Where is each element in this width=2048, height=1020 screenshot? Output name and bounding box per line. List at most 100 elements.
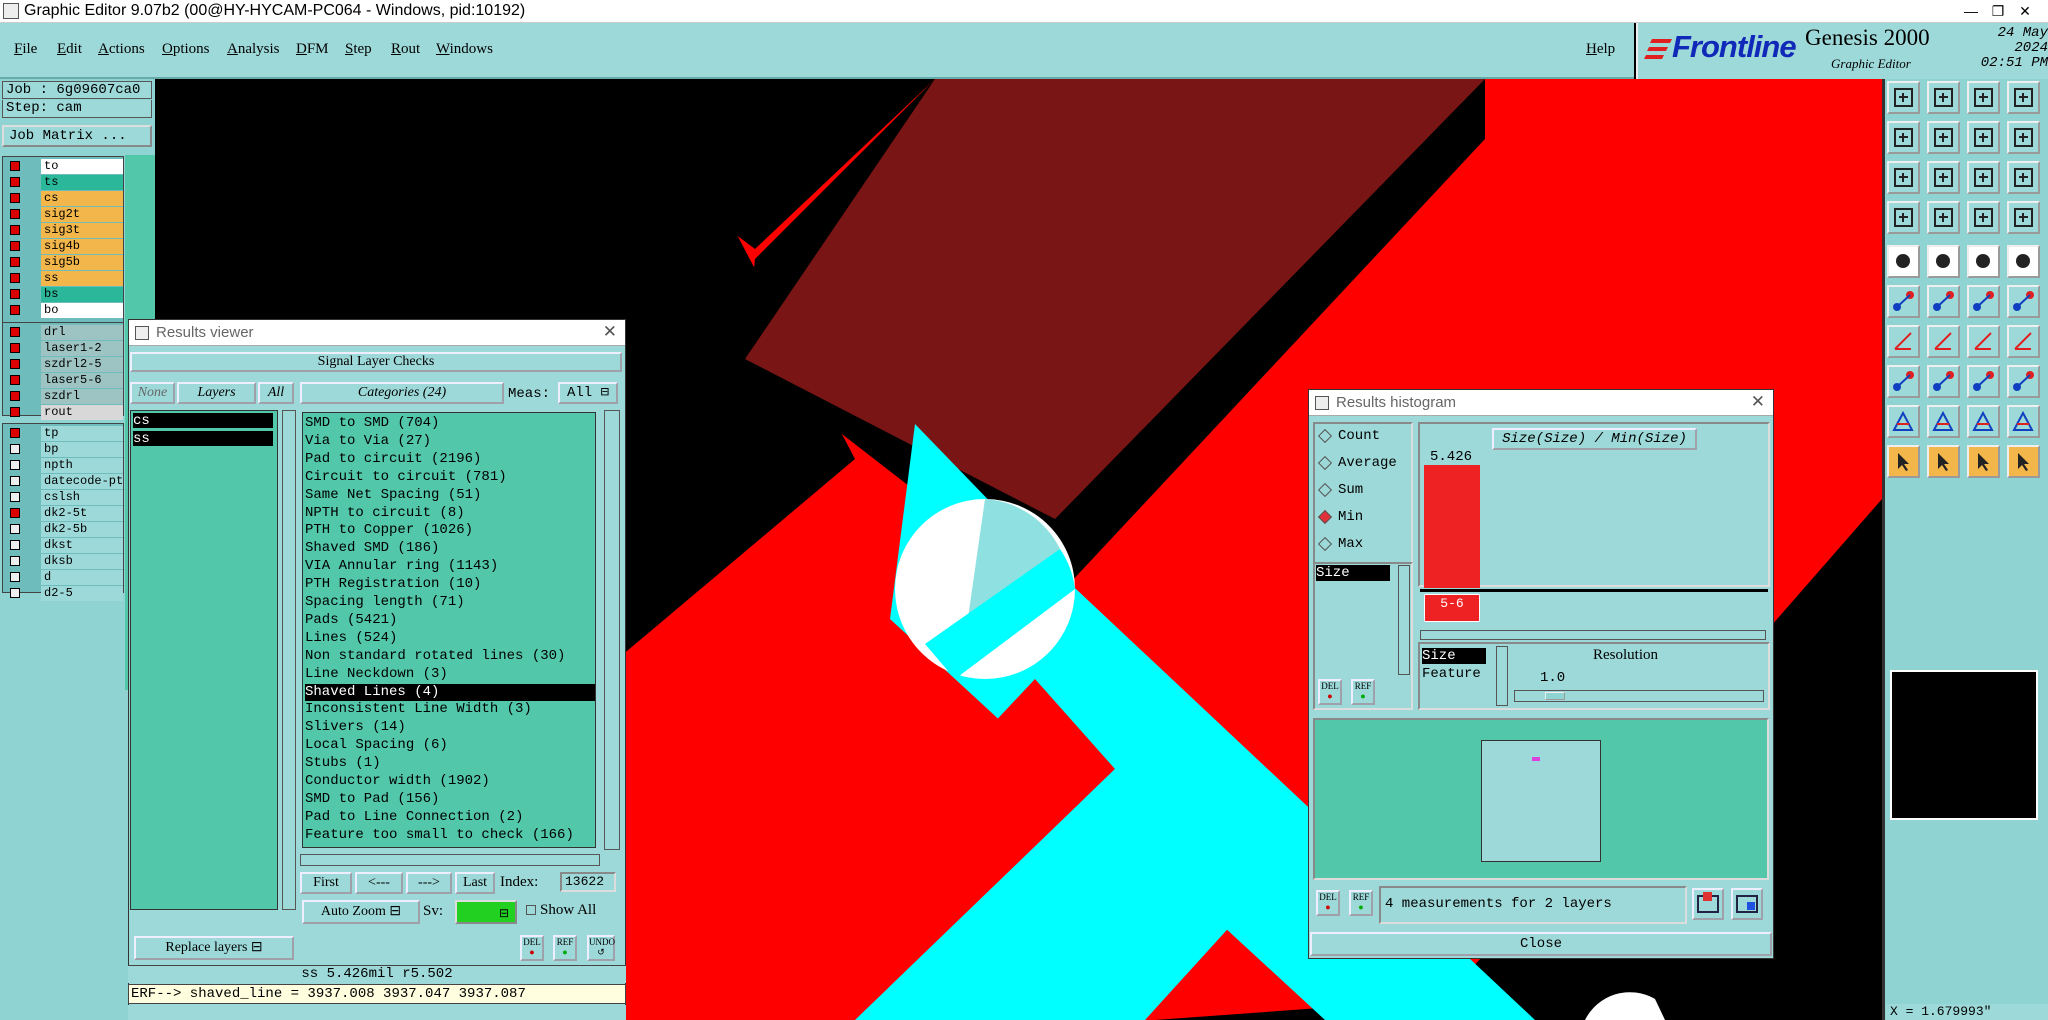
layers-button[interactable]: Layers — [177, 382, 256, 404]
close-window-button[interactable]: ✕ — [2002, 0, 2048, 22]
mode-radio[interactable]: Average — [1316, 454, 1412, 474]
radio-indicator-icon[interactable] — [1317, 536, 1333, 552]
tool-button[interactable] — [1887, 365, 1920, 398]
layer-row[interactable]: bs — [3, 287, 123, 302]
tool-button[interactable] — [2007, 445, 2040, 478]
tool-button[interactable] — [1887, 245, 1920, 278]
layer-row[interactable]: cs — [3, 191, 123, 206]
undo-button[interactable]: UNDO ↺ — [587, 935, 615, 961]
ref-button[interactable]: REF ● — [553, 935, 577, 961]
tool-button[interactable] — [2007, 161, 2040, 194]
layers-list[interactable]: cs ss — [130, 410, 278, 910]
category-item[interactable]: Pads (5421) — [305, 612, 397, 629]
layer-row[interactable]: d2-5 — [3, 586, 123, 601]
layer-name[interactable]: datecode-pt — [41, 474, 123, 489]
layer-name[interactable]: szdrl2-5 — [41, 357, 123, 372]
last-button[interactable]: Last — [455, 872, 495, 894]
list-item[interactable]: ss — [133, 431, 273, 447]
meas-dropdown[interactable]: All ⊟ — [558, 382, 618, 404]
layer-row[interactable]: sig4b — [3, 239, 123, 254]
menu-dfm[interactable]: DFM — [296, 41, 329, 58]
layer-row[interactable]: sig5b — [3, 255, 123, 270]
bar-range-label[interactable]: 5-6 — [1424, 594, 1480, 622]
tool-button[interactable] — [2007, 285, 2040, 318]
menu-actions[interactable]: Actions — [98, 41, 145, 58]
menu-rout[interactable]: Rout — [391, 41, 420, 58]
layer-row[interactable]: cslsh — [3, 490, 123, 505]
category-item[interactable]: Stubs (1) — [305, 755, 381, 772]
tool-button[interactable] — [1887, 161, 1920, 194]
layer-name[interactable]: d2-5 — [41, 586, 123, 601]
job-matrix-button[interactable]: Job Matrix ... — [2, 125, 152, 147]
results-viewer-titlebar[interactable]: Results viewer ✕ — [129, 320, 625, 346]
layer-row[interactable]: laser1-2 — [3, 341, 123, 356]
tool-button[interactable] — [1887, 81, 1920, 114]
tool-button[interactable] — [2007, 325, 2040, 358]
layer-checkbox[interactable] — [10, 359, 20, 369]
none-button[interactable]: None — [130, 382, 175, 404]
tool-button[interactable] — [2007, 245, 2040, 278]
categories-scrollbar[interactable] — [604, 410, 620, 850]
category-item[interactable]: PTH to Copper (1026) — [305, 522, 473, 539]
layer-row[interactable]: bo — [3, 303, 123, 318]
layer-checkbox[interactable] — [10, 556, 20, 566]
radio-indicator-icon[interactable] — [1317, 509, 1333, 525]
category-item[interactable]: Pad to circuit (2196) — [305, 451, 481, 468]
layer-name[interactable]: to — [41, 159, 123, 174]
layer-name[interactable]: drl — [41, 325, 123, 340]
layer-checkbox[interactable] — [10, 391, 20, 401]
category-item[interactable]: SMD to Pad (156) — [305, 791, 439, 808]
tool-button[interactable] — [2007, 365, 2040, 398]
layer-checkbox[interactable] — [10, 524, 20, 534]
category-item[interactable]: Local Spacing (6) — [305, 737, 448, 754]
first-button[interactable]: First — [300, 872, 352, 894]
overview-window[interactable] — [1890, 670, 2038, 820]
hist-ref-button[interactable]: REF ● — [1351, 679, 1375, 705]
layer-checkbox[interactable] — [10, 407, 20, 417]
layer-name[interactable]: sig4b — [41, 239, 123, 254]
layer-name[interactable]: rout — [41, 405, 123, 420]
category-item[interactable]: PTH Registration (10) — [305, 576, 481, 593]
layer-checkbox[interactable] — [10, 273, 20, 283]
tool-button[interactable] — [2007, 81, 2040, 114]
layer-checkbox[interactable] — [10, 177, 20, 187]
show-all-checkbox[interactable] — [526, 905, 536, 915]
layer-row[interactable]: to — [3, 159, 123, 174]
tool-button[interactable] — [1887, 325, 1920, 358]
tool-button[interactable] — [1887, 201, 1920, 234]
tool-button[interactable] — [1967, 201, 2000, 234]
layer-name[interactable]: d — [41, 570, 123, 585]
layer-name[interactable]: ss — [41, 271, 123, 286]
preview-ref-button[interactable]: REF ● — [1349, 890, 1373, 916]
layer-name[interactable]: dk2-5b — [41, 522, 123, 537]
tool-button[interactable] — [1967, 161, 2000, 194]
size-scrollbar[interactable] — [1496, 646, 1508, 706]
layer-checkbox[interactable] — [10, 225, 20, 235]
layer-name[interactable]: cslsh — [41, 490, 123, 505]
category-item[interactable]: Slivers (14) — [305, 719, 406, 736]
layer-row[interactable]: ss — [3, 271, 123, 286]
layer-name[interactable]: laser1-2 — [41, 341, 123, 356]
layer-row[interactable]: dksb — [3, 554, 123, 569]
tool-button[interactable] — [1967, 81, 2000, 114]
close-icon[interactable]: ✕ — [603, 322, 617, 342]
layer-checkbox[interactable] — [10, 193, 20, 203]
menu-help[interactable]: Help — [1586, 41, 1615, 58]
resolution-slider[interactable] — [1514, 690, 1764, 702]
list-item[interactable]: cs — [133, 413, 273, 429]
layer-name[interactable]: bp — [41, 442, 123, 457]
category-item[interactable]: Shaved SMD (186) — [305, 540, 439, 557]
layer-row[interactable]: laser5-6 — [3, 373, 123, 388]
radio-indicator-icon[interactable] — [1317, 428, 1333, 444]
layer-name[interactable]: cs — [41, 191, 123, 206]
menu-file[interactable]: File — [14, 41, 37, 58]
layer-row[interactable]: ts — [3, 175, 123, 190]
tool-button[interactable] — [1967, 365, 2000, 398]
size-item[interactable]: Size — [1422, 648, 1486, 664]
layer-checkbox[interactable] — [10, 476, 20, 486]
category-item[interactable]: Same Net Spacing (51) — [305, 487, 481, 504]
layer-name[interactable]: sig3t — [41, 223, 123, 238]
layer-row[interactable]: sig2t — [3, 207, 123, 222]
category-item[interactable]: Via to Via (27) — [305, 433, 431, 450]
category-item[interactable]: VIA Annular ring (1143) — [305, 558, 498, 575]
